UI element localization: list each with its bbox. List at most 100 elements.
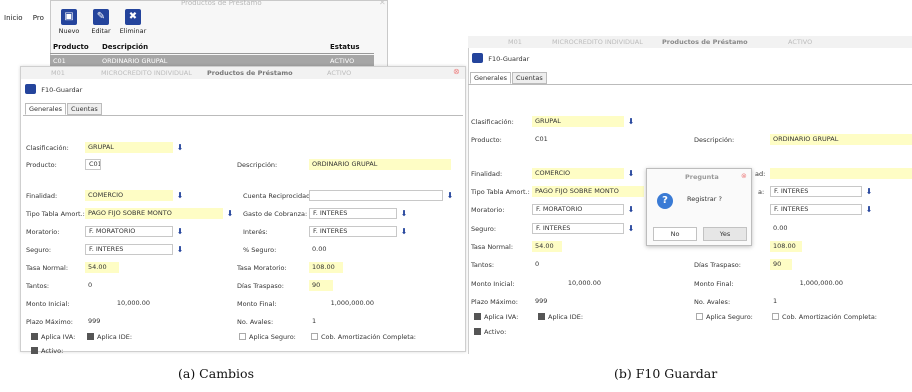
cob-amort-checkbox[interactable]: Cob. Amortización Completa: bbox=[311, 333, 416, 341]
arrow-down-icon[interactable]: ⬇ bbox=[175, 244, 185, 255]
close-icon[interactable]: ⊗ bbox=[741, 172, 747, 180]
tantos-field[interactable]: 0 bbox=[85, 280, 119, 291]
confirm-message: Registrar ? bbox=[687, 195, 722, 203]
arrow-down-icon[interactable]: ⬇ bbox=[225, 208, 235, 219]
checkbox-checked-icon bbox=[474, 313, 481, 320]
aplica-seguro-label: Aplica Seguro: bbox=[249, 333, 296, 341]
column-header-estatus[interactable]: Estatus bbox=[330, 43, 360, 51]
clasificacion-select[interactable]: GRUPAL bbox=[532, 116, 624, 127]
label-no-avales: No. Avales: bbox=[237, 318, 274, 326]
arrow-down-icon[interactable]: ⬇ bbox=[864, 204, 874, 215]
tipo-tabla-select[interactable]: PAGO FIJO SOBRE MONTO bbox=[532, 186, 644, 197]
tantos-field[interactable]: 0 bbox=[532, 259, 562, 270]
column-header-producto[interactable]: Producto bbox=[53, 43, 89, 51]
monto-inicial-field[interactable]: 10,000.00 bbox=[85, 298, 153, 309]
arrow-down-icon[interactable]: ⬇ bbox=[626, 204, 636, 215]
pct-seguro-field[interactable]: 0.00 bbox=[770, 223, 820, 234]
arrow-down-icon[interactable]: ⬇ bbox=[445, 190, 455, 201]
monto-final-field[interactable]: 1,000,000.00 bbox=[309, 298, 377, 309]
seguro-select[interactable]: F. INTERES bbox=[532, 223, 624, 234]
close-icon[interactable]: ⊗ bbox=[453, 67, 460, 76]
tab-generales[interactable]: Generales bbox=[25, 103, 67, 115]
dias-traspaso-field[interactable]: 90 bbox=[309, 280, 333, 291]
cuenta-reciprocidad-select[interactable] bbox=[770, 168, 912, 179]
plazo-maximo-field[interactable]: 999 bbox=[85, 316, 119, 327]
tab-generales[interactable]: Generales bbox=[470, 72, 512, 84]
row-product-code: C01 bbox=[53, 57, 66, 65]
finalidad-select[interactable]: COMERCIO bbox=[85, 190, 173, 201]
producto-field[interactable]: C01 bbox=[532, 134, 562, 145]
arrow-down-icon[interactable]: ⬇ bbox=[626, 223, 636, 234]
label-plazo-maximo: Plazo Máximo: bbox=[471, 298, 518, 306]
cuenta-reciprocidad-select[interactable] bbox=[309, 190, 443, 201]
aplica-seguro-checkbox[interactable]: Aplica Seguro: bbox=[696, 313, 753, 321]
tab-cuentas[interactable]: Cuentas bbox=[67, 103, 102, 115]
aplica-seguro-checkbox[interactable]: Aplica Seguro: bbox=[239, 333, 296, 341]
caption-b: (b) F10 Guardar bbox=[614, 366, 718, 381]
delete-button-label: Eliminar bbox=[119, 27, 147, 35]
no-button[interactable]: No bbox=[653, 227, 697, 241]
delete-button[interactable]: ✖ Eliminar bbox=[117, 9, 149, 35]
arrow-down-icon[interactable]: ⬇ bbox=[626, 168, 636, 179]
moratorio-select[interactable]: F. MORATORIO bbox=[532, 204, 624, 215]
plazo-maximo-field[interactable]: 999 bbox=[532, 296, 562, 307]
column-header-descripcion[interactable]: Descripción bbox=[102, 43, 148, 51]
activo-checkbox[interactable]: Activo: bbox=[474, 328, 506, 336]
no-avales-field[interactable]: 1 bbox=[770, 296, 790, 307]
arrow-down-icon[interactable]: ⬇ bbox=[864, 186, 874, 197]
aplica-ide-checkbox[interactable]: Aplica IDE: bbox=[538, 313, 583, 321]
gasto-cobranza-select[interactable]: F. INTERES bbox=[309, 208, 397, 219]
interes-select[interactable]: F. INTERES bbox=[309, 226, 397, 237]
aplica-ide-checkbox[interactable]: Aplica IDE: bbox=[87, 333, 132, 341]
row-product-description: MICROCREDITO INDIVIDUAL bbox=[552, 38, 643, 46]
arrow-down-icon[interactable]: ⬇ bbox=[175, 142, 185, 153]
interes-select[interactable]: F. INTERES bbox=[770, 204, 862, 215]
monto-inicial-field[interactable]: 10,000.00 bbox=[532, 278, 604, 289]
menu-inicio[interactable]: Inicio bbox=[4, 14, 23, 22]
edit-button[interactable]: ✎ Editar bbox=[85, 9, 117, 35]
arrow-down-icon[interactable]: ⬇ bbox=[626, 116, 636, 127]
producto-field[interactable]: C01 bbox=[85, 159, 101, 170]
tipo-tabla-select[interactable]: PAGO FIJO SOBRE MONTO bbox=[85, 208, 223, 219]
seguro-select[interactable]: F. INTERES bbox=[85, 244, 173, 255]
label-descripcion: Descripción: bbox=[694, 136, 735, 144]
aplica-iva-checkbox[interactable]: Aplica IVA: bbox=[31, 333, 75, 341]
label-tantos: Tantos: bbox=[26, 282, 50, 290]
descripcion-field[interactable]: ORDINARIO GRUPAL bbox=[770, 134, 912, 145]
tasa-moratorio-field[interactable]: 108.00 bbox=[770, 241, 802, 252]
clasificacion-select[interactable]: GRUPAL bbox=[85, 142, 173, 153]
cob-amort-checkbox[interactable]: Cob. Amortización Completa: bbox=[772, 313, 877, 321]
label-tantos: Tantos: bbox=[471, 261, 495, 269]
dias-traspaso-field[interactable]: 90 bbox=[770, 259, 792, 270]
aplica-seguro-label: Aplica Seguro: bbox=[706, 313, 753, 321]
label-seguro: Seguro: bbox=[471, 225, 497, 233]
table-row[interactable]: C01 ORDINARIO GRUPAL ACTIVO bbox=[50, 55, 374, 66]
arrow-down-icon[interactable]: ⬇ bbox=[175, 226, 185, 237]
yes-button[interactable]: Yes bbox=[703, 227, 747, 241]
finalidad-select[interactable]: COMERCIO bbox=[532, 168, 624, 179]
gasto-cobranza-select[interactable]: F. INTERES bbox=[770, 186, 862, 197]
cob-amort-label: Cob. Amortización Completa: bbox=[782, 313, 877, 321]
new-document-icon: ▣ bbox=[61, 9, 77, 25]
tab-cuentas[interactable]: Cuentas bbox=[512, 72, 547, 84]
moratorio-select[interactable]: F. MORATORIO bbox=[85, 226, 173, 237]
arrow-down-icon[interactable]: ⬇ bbox=[175, 190, 185, 201]
descripcion-field[interactable]: ORDINARIO GRUPAL bbox=[309, 159, 451, 170]
arrow-down-icon[interactable]: ⬇ bbox=[399, 208, 409, 219]
new-button[interactable]: ▣ Nuevo bbox=[53, 9, 85, 35]
tasa-normal-field[interactable]: 54.00 bbox=[532, 241, 562, 252]
close-icon[interactable]: ✕ bbox=[379, 0, 386, 7]
monto-final-field[interactable]: 1,000,000.00 bbox=[770, 278, 846, 289]
menu-productos[interactable]: Pro bbox=[33, 14, 44, 22]
row-product-status: ACTIVO bbox=[327, 69, 352, 77]
activo-checkbox[interactable]: Activo: bbox=[31, 347, 63, 355]
pct-seguro-field[interactable]: 0.00 bbox=[309, 244, 359, 255]
activo-label: Activo: bbox=[484, 328, 507, 336]
tasa-moratorio-field[interactable]: 108.00 bbox=[309, 262, 343, 273]
row-product-code: M01 bbox=[508, 38, 522, 46]
arrow-down-icon[interactable]: ⬇ bbox=[399, 226, 409, 237]
no-avales-field[interactable]: 1 bbox=[309, 316, 333, 327]
aplica-iva-checkbox[interactable]: Aplica IVA: bbox=[474, 313, 518, 321]
row-product-status: ACTIVO bbox=[330, 57, 355, 65]
tasa-normal-field[interactable]: 54.00 bbox=[85, 262, 119, 273]
